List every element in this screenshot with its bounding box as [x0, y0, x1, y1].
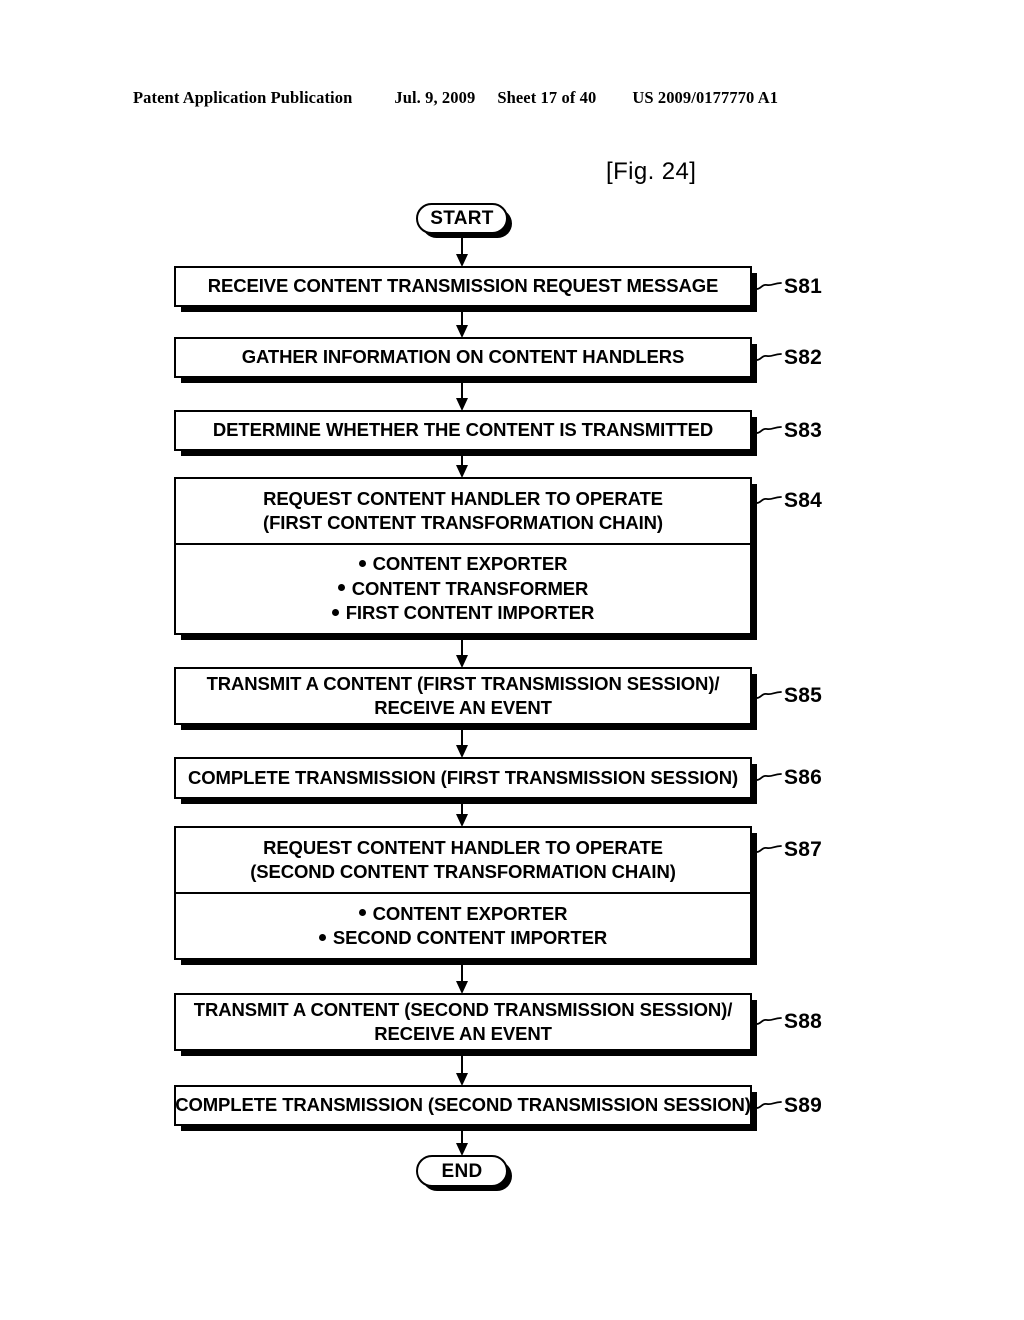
leader-s83 [756, 425, 782, 437]
text-line: GATHER INFORMATION ON CONTENT HANDLERS [241, 346, 685, 368]
step-label-s82: S82 [784, 345, 822, 369]
step-label-s86: S86 [784, 766, 822, 789]
process-box-s81: RECEIVE CONTENT TRANSMISSION REQUEST MES… [174, 266, 752, 307]
text-line: DETERMINE WHETHER THE CONTENT IS TRANSMI… [212, 419, 714, 441]
text-line: COMPLETE TRANSMISSION (FIRST TRANSMISSIO… [187, 766, 739, 788]
process-box-s88-text: TRANSMIT A CONTENT (SECOND TRANSMISSION … [176, 995, 750, 1049]
step-label-s81: S81 [784, 274, 822, 298]
text-line: TRANSMIT A CONTENT (FIRST TRANSMISSION S… [206, 672, 720, 694]
process-box-s84-text: REQUEST CONTENT HANDLER TO OPERATE (FIRST… [176, 479, 750, 543]
text-line: RECEIVE AN EVENT [374, 1023, 552, 1044]
bullet-item: SECOND CONTENT IMPORTER [318, 926, 607, 950]
text-line: (FIRST CONTENT TRANSFORMATION CHAIN) [263, 512, 663, 533]
process-box-s88: TRANSMIT A CONTENT (SECOND TRANSMISSION … [174, 993, 752, 1051]
bullet-dot-icon [331, 608, 339, 616]
process-box-s84: REQUEST CONTENT HANDLER TO OPERATE (FIRST… [174, 477, 752, 635]
leader-s85 [756, 690, 782, 702]
connector-start-to-s81-arrowhead [456, 254, 468, 267]
connector-s88-to-s89-arrowhead [456, 1073, 468, 1086]
bullet-dot-icon [358, 560, 366, 568]
process-box-s85: TRANSMIT A CONTENT (FIRST TRANSMISSION S… [174, 667, 752, 725]
bullet-item: CONTENT EXPORTER [358, 552, 567, 576]
bullet-dot-icon [358, 909, 366, 917]
text-line: RECEIVE AN EVENT [374, 697, 552, 718]
start-terminator-label: START [430, 208, 494, 229]
process-box-s81-text: RECEIVE CONTENT TRANSMISSION REQUEST MES… [176, 268, 750, 305]
connector-s89-to-end [461, 1126, 463, 1144]
process-box-s82: GATHER INFORMATION ON CONTENT HANDLERS [174, 337, 752, 378]
step-label-s84: S84 [784, 489, 822, 512]
connector-s86-to-s87 [461, 799, 463, 815]
connector-s81-to-s82 [461, 307, 463, 326]
process-box-s83: DETERMINE WHETHER THE CONTENT IS TRANSMI… [174, 410, 752, 451]
connector-s82-to-s83-arrowhead [456, 398, 468, 411]
end-terminator: END [416, 1155, 508, 1187]
leader-s88 [756, 1016, 782, 1028]
bullet-dot-icon [337, 584, 345, 592]
connector-s82-to-s83 [461, 378, 463, 399]
start-terminator: START [416, 203, 508, 234]
leader-s81 [756, 281, 782, 293]
step-label-s87: S87 [784, 838, 822, 861]
bullet-item: FIRST CONTENT IMPORTER [331, 601, 594, 625]
bullet-dot-icon [318, 933, 326, 941]
text-line: RECEIVE CONTENT TRANSMISSION REQUEST MES… [207, 275, 719, 297]
leader-s84 [756, 495, 782, 507]
process-box-s87-bullet-list: CONTENT EXPORTER SECOND CONTENT IMPORTER [176, 892, 750, 958]
bullet-item: CONTENT TRANSFORMER [337, 577, 588, 601]
text-line: (SECOND CONTENT TRANSFORMATION CHAIN) [250, 861, 676, 882]
connector-start-to-s81 [461, 234, 463, 255]
text-line: TRANSMIT A CONTENT (SECOND TRANSMISSION … [193, 998, 733, 1020]
process-box-s86-text: COMPLETE TRANSMISSION (FIRST TRANSMISSIO… [176, 759, 750, 797]
process-box-s89: COMPLETE TRANSMISSION (SECOND TRANSMISSI… [174, 1085, 752, 1126]
leader-s87 [756, 844, 782, 856]
process-box-s87: REQUEST CONTENT HANDLER TO OPERATE (SECON… [174, 826, 752, 960]
process-box-s85-text: TRANSMIT A CONTENT (FIRST TRANSMISSION S… [176, 669, 750, 723]
process-box-s83-text: DETERMINE WHETHER THE CONTENT IS TRANSMI… [176, 412, 750, 449]
process-box-s82-text: GATHER INFORMATION ON CONTENT HANDLERS [176, 339, 750, 376]
connector-s83-to-s84-arrowhead [456, 465, 468, 478]
connector-s84-to-s85 [461, 635, 463, 656]
connector-s81-to-s82-arrowhead [456, 325, 468, 338]
leader-s82 [756, 352, 782, 364]
connector-s85-to-s86-arrowhead [456, 745, 468, 758]
connector-s83-to-s84 [461, 451, 463, 466]
process-box-s87-text: REQUEST CONTENT HANDLER TO OPERATE (SECON… [176, 828, 750, 892]
leader-s89 [756, 1100, 782, 1112]
text-line: REQUEST CONTENT HANDLER TO OPERATE [263, 487, 663, 509]
connector-s87-to-s88 [461, 960, 463, 982]
end-terminator-label: END [441, 1160, 483, 1182]
bullet-item: CONTENT EXPORTER [358, 902, 567, 926]
step-label-s83: S83 [784, 418, 822, 442]
connector-s86-to-s87-arrowhead [456, 814, 468, 827]
step-label-s85: S85 [784, 684, 822, 707]
connector-s88-to-s89 [461, 1051, 463, 1074]
connector-s85-to-s86 [461, 725, 463, 746]
text-line: COMPLETE TRANSMISSION (SECOND TRANSMISSI… [175, 1094, 751, 1116]
step-label-s89: S89 [784, 1093, 822, 1117]
process-box-s89-text: COMPLETE TRANSMISSION (SECOND TRANSMISSI… [175, 1087, 751, 1124]
connector-s87-to-s88-arrowhead [456, 981, 468, 994]
leader-s86 [756, 772, 782, 784]
text-line: REQUEST CONTENT HANDLER TO OPERATE [263, 836, 663, 858]
process-box-s84-bullet-list: CONTENT EXPORTER CONTENT TRANSFORMER FIRST… [176, 543, 750, 633]
step-label-s88: S88 [784, 1010, 822, 1033]
connector-s84-to-s85-arrowhead [456, 655, 468, 668]
flowchart-canvas: START RECEIVE CONTENT TRANSMISSION REQUES… [0, 0, 1024, 1320]
process-box-s86: COMPLETE TRANSMISSION (FIRST TRANSMISSIO… [174, 757, 752, 799]
